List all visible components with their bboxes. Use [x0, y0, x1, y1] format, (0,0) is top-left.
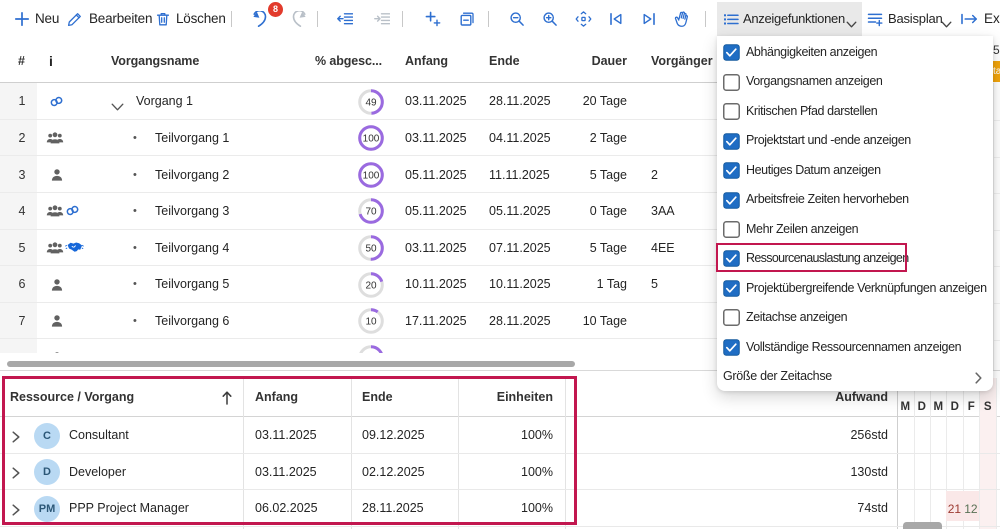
svg-text:70: 70 — [365, 207, 377, 218]
svg-text:100: 100 — [363, 170, 380, 181]
svg-text:10: 10 — [365, 317, 377, 328]
svg-text:49: 49 — [365, 97, 377, 108]
svg-text:100: 100 — [363, 134, 380, 145]
svg-text:50: 50 — [365, 243, 377, 254]
svg-text:20: 20 — [365, 280, 377, 291]
